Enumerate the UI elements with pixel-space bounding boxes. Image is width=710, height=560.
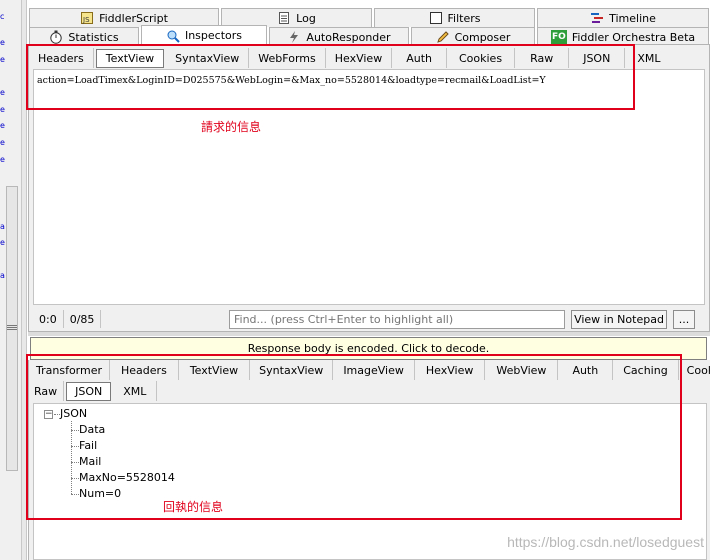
response-annotation: 回執的信息 [163,500,224,514]
tab-label: Inspectors [184,29,243,42]
horizontal-splitter[interactable] [28,332,710,336]
inspect-icon [166,29,180,43]
edge-mark: e [0,140,5,146]
tab-label: Composer [454,30,511,44]
lightning-icon [287,30,301,44]
find-input[interactable] [229,310,565,329]
tab-label: Filters [447,11,481,25]
svg-text:JS: JS [82,16,90,24]
response-highlight-box [26,354,682,520]
fo-icon: FO [550,30,567,44]
script-icon: JS [80,11,94,25]
edge-mark: e [0,123,5,129]
view-in-notepad-button[interactable]: View in Notepad [571,310,667,329]
tab-label: AutoResponder [306,30,391,44]
tab-timeline[interactable]: Timeline [537,8,709,27]
checkbox-icon [429,11,443,25]
pencil-icon [436,30,450,44]
resp-tab-cookies[interactable]: Cookies [678,360,710,380]
char-count: 0/85 [64,310,102,328]
request-annotation: 請求的信息 [201,120,262,134]
more-options-button[interactable]: ... [673,310,695,329]
request-highlight-box [26,44,635,110]
scrollbar-grip-icon[interactable] [7,324,17,332]
tab-label: Log [296,11,316,25]
edge-mark: e [0,107,5,113]
watermark: https://blog.csdn.net/losedguest [507,534,704,550]
request-status-bar: 0:0 0/85 View in Notepad ... [33,309,705,329]
edge-mark: e [0,157,5,163]
edge-mark: c [0,14,5,20]
edge-mark: e [0,40,5,46]
caret-position: 0:0 [33,310,64,328]
tab-filters[interactable]: Filters [374,8,535,27]
edge-mark: e [0,90,5,96]
stopwatch-icon [49,30,63,44]
edge-mark: e [0,240,5,246]
tab-label: FiddlerScript [99,11,168,25]
edge-mark: a [0,273,5,279]
log-icon [277,11,291,25]
tab-label: Fiddler Orchestra Beta [571,30,696,44]
left-panel-edge: c e e e e e e e a e a [0,0,22,560]
tab-inspectors[interactable]: Inspectors [141,25,267,45]
tab-label: Timeline [609,11,656,25]
timeline-icon [590,11,604,25]
edge-mark: e [0,57,5,63]
tab-label: Statistics [68,30,119,44]
edge-mark: a [0,224,5,230]
